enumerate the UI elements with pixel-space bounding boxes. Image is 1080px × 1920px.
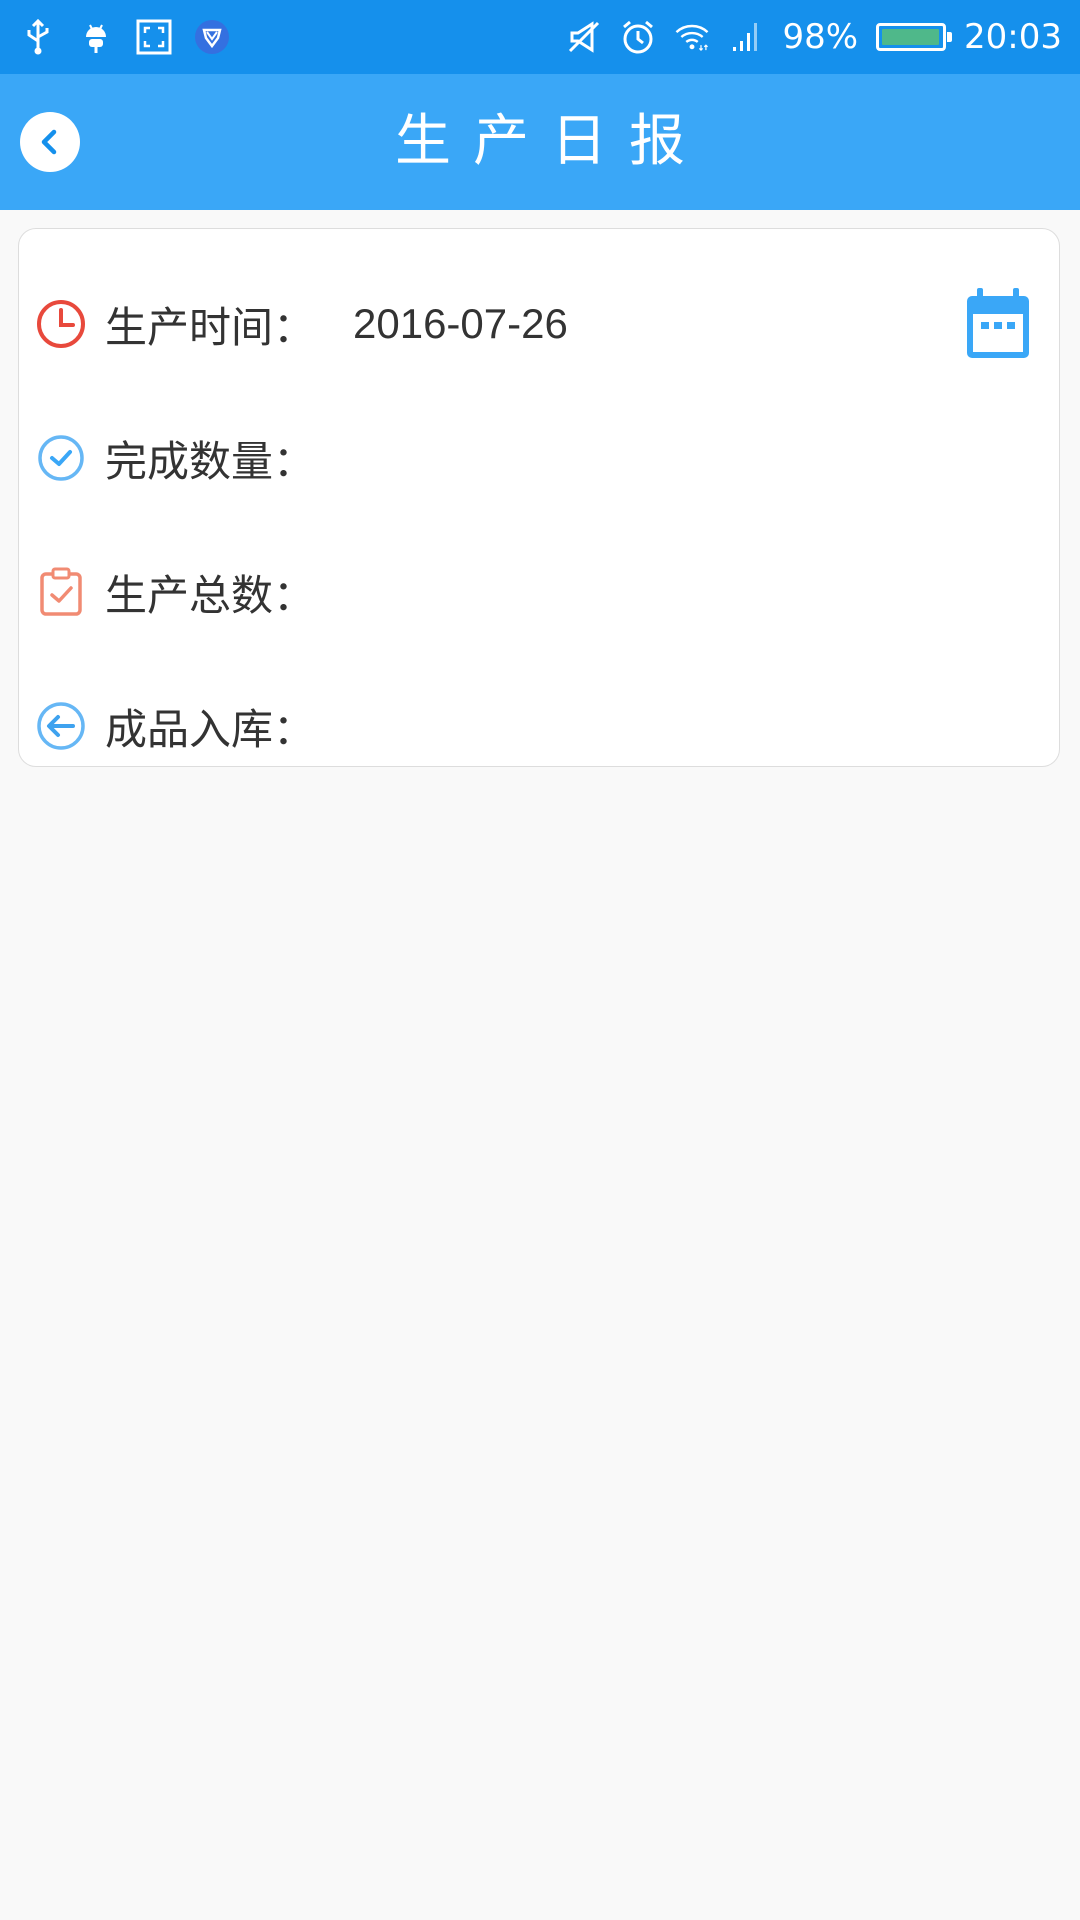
completed-quantity-field[interactable] bbox=[353, 428, 933, 488]
production-time-label: 生产时间： bbox=[105, 302, 316, 352]
production-time-field[interactable] bbox=[353, 294, 933, 354]
production-total-field[interactable] bbox=[353, 562, 933, 622]
shield-app-icon bbox=[194, 19, 230, 55]
clock-time: 20:03 bbox=[964, 17, 1062, 57]
battery-level bbox=[882, 29, 939, 45]
production-report-form: 生产时间： 完成数量： bbox=[18, 228, 1060, 767]
battery-icon bbox=[876, 23, 953, 51]
alarm-icon bbox=[620, 19, 656, 55]
status-bar: 98% 20:03 bbox=[0, 0, 1080, 74]
nav-bar: 生产日报 bbox=[0, 74, 1080, 210]
row-completed-quantity: 完成数量： bbox=[19, 391, 1059, 525]
warehouse-in-field[interactable] bbox=[353, 696, 933, 756]
row-production-total: 生产总数： bbox=[19, 525, 1059, 659]
calendar-icon bbox=[967, 288, 1029, 358]
production-total-label: 生产总数： bbox=[105, 570, 316, 620]
calendar-button[interactable] bbox=[963, 286, 1033, 362]
battery-percent: 98% bbox=[782, 17, 859, 57]
arrow-left-circle-icon bbox=[35, 700, 87, 752]
check-circle-icon bbox=[35, 432, 87, 484]
screenshot-icon bbox=[136, 19, 172, 55]
warehouse-in-label: 成品入库： bbox=[105, 704, 316, 754]
completed-quantity-label: 完成数量： bbox=[105, 436, 316, 486]
status-left-icons bbox=[20, 14, 230, 60]
clipboard-check-icon bbox=[35, 566, 87, 618]
signal-icon bbox=[728, 19, 764, 55]
usb-icon bbox=[20, 19, 56, 55]
page-title: 生产日报 bbox=[395, 109, 707, 174]
row-production-time: 生产时间： bbox=[19, 257, 1059, 391]
status-right-icons: 98% 20:03 bbox=[566, 14, 1062, 60]
android-debug-icon bbox=[78, 19, 114, 55]
clock-icon bbox=[35, 298, 87, 350]
wifi-icon bbox=[674, 19, 710, 55]
row-warehouse-in: 成品入库： bbox=[19, 659, 1059, 793]
mute-icon bbox=[566, 19, 602, 55]
